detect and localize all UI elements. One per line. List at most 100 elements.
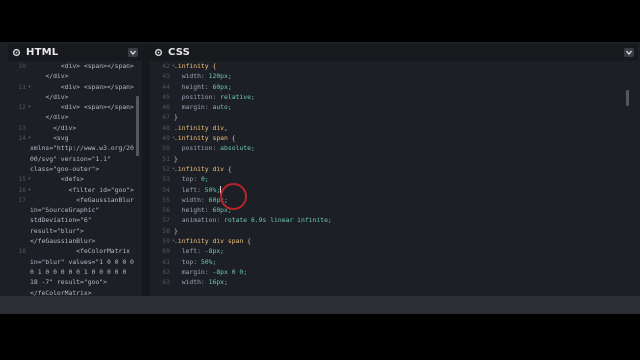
css-code-editor[interactable]: 42 ▾ .infinity {43 width: 120px; 44 height:… <box>150 61 638 296</box>
html-scrollbar[interactable] <box>136 96 139 156</box>
code-line[interactable]: 42 ▾ .infinity { <box>150 61 638 71</box>
line-number: 54 <box>150 185 174 195</box>
code-line[interactable]: 0 1 0 0 0 0 0 1 0 0 0 0 0 <box>8 267 142 277</box>
code-line[interactable]: </div> <box>8 92 142 102</box>
line-number: 62 <box>150 267 174 277</box>
code-line[interactable]: 18 -7" result="goo"> <box>8 277 142 287</box>
code-line[interactable]: 57 animation: rotate 6.9s linear infinit… <box>150 215 638 225</box>
chevron-down-icon[interactable] <box>624 48 634 57</box>
code-line[interactable]: 47} <box>150 112 638 122</box>
line-number: 46 <box>150 102 174 112</box>
html-panel-header: HTML <box>8 44 142 61</box>
css-value: 0; <box>200 175 209 184</box>
css-property: width: <box>174 278 209 287</box>
gear-icon[interactable] <box>154 48 163 57</box>
code-line[interactable]: 17 <feGaussianBlur <box>8 195 142 205</box>
line-number: 60 <box>150 246 174 256</box>
code-text: margin: auto; <box>174 102 232 112</box>
line-number-text: 60 <box>162 247 170 256</box>
code-line[interactable]: 16 ▾ <filter id="goo"> <box>8 185 142 195</box>
code-line[interactable]: xmlns="http://www.w3.org/20 <box>8 143 142 153</box>
code-line[interactable]: 62 margin: -8px 0 0; <box>150 267 638 277</box>
code-line[interactable]: </feGaussianBlur> <box>8 236 142 246</box>
fold-arrow-icon[interactable]: ▾ <box>28 174 31 184</box>
line-number <box>8 92 30 102</box>
line-number-text: 44 <box>162 82 170 91</box>
line-number <box>8 215 30 225</box>
line-number-text: 46 <box>162 103 170 112</box>
code-line[interactable]: 63 width: 16px; <box>150 277 638 287</box>
code-line[interactable]: 51} <box>150 154 638 164</box>
fold-arrow-icon[interactable]: ▾ <box>28 185 31 195</box>
line-number-text: 49 <box>162 134 170 143</box>
code-line[interactable]: 48 .infinity div, <box>150 123 638 133</box>
code-line[interactable]: 52 ▾ .infinity div { <box>150 164 638 174</box>
code-line[interactable]: 59 ▾ .infinity div span { <box>150 236 638 246</box>
css-selector: } <box>174 113 178 122</box>
code-line[interactable]: </div> <box>8 71 142 81</box>
code-text: in="blur" values="1 0 0 0 0 <box>30 257 134 266</box>
code-text: <div> <span></span> <box>30 62 134 70</box>
code-text: width: 120px; <box>174 71 232 81</box>
code-line[interactable]: 49 ▾ .infinity span { <box>150 133 638 143</box>
line-number: 44 <box>150 82 174 92</box>
code-line[interactable]: result="blur"> <box>8 226 142 236</box>
code-line[interactable]: 53 top: 0; <box>150 174 638 184</box>
code-line[interactable]: 61 top: 50%; <box>150 257 638 267</box>
code-line[interactable]: 14 ▾ <svg <box>8 133 142 143</box>
code-line[interactable]: 46 margin: auto; <box>150 102 638 112</box>
line-number-text: 13 <box>18 123 26 132</box>
fold-arrow-icon[interactable]: ▾ <box>172 236 175 246</box>
code-line[interactable]: 45 position: relative; <box>150 92 638 102</box>
code-text: <defs> <box>30 175 84 184</box>
line-number: 18 <box>8 246 30 256</box>
code-line[interactable]: 10 <div> <span></span> <box>8 61 142 71</box>
code-text: xmlns="http://www.w3.org/20 <box>30 144 134 153</box>
code-line[interactable]: class="goo-outer"> <box>8 164 142 174</box>
fold-arrow-icon[interactable]: ▾ <box>28 133 31 143</box>
code-line[interactable]: 15 ▾ <defs> <box>8 174 142 184</box>
code-line[interactable]: 00/svg" version="1.1" <box>8 154 142 164</box>
gear-icon[interactable] <box>12 48 21 57</box>
fold-arrow-icon[interactable]: ▾ <box>172 133 175 143</box>
code-text: margin: -8px 0 0; <box>174 267 247 277</box>
fold-arrow-icon[interactable]: ▾ <box>28 82 31 92</box>
code-line[interactable]: 43 width: 120px; <box>150 71 638 81</box>
css-property: top: <box>174 175 201 184</box>
code-text: 0 1 0 0 0 0 0 1 0 0 0 0 0 <box>30 267 127 276</box>
code-line[interactable]: 56 height: 60px; <box>150 205 638 215</box>
code-line[interactable]: 60 left: -8px; <box>150 246 638 256</box>
code-line[interactable]: in="SourceGraphic" <box>8 205 142 215</box>
line-number-text: 57 <box>162 216 170 225</box>
line-number: 10 <box>8 61 30 71</box>
code-line[interactable]: 18 <feColorMatrix <box>8 246 142 256</box>
css-scrollbar[interactable] <box>626 90 629 106</box>
fold-arrow-icon[interactable]: ▾ <box>172 61 175 71</box>
line-number: 12 ▾ <box>8 102 31 112</box>
fold-arrow-icon[interactable]: ▾ <box>172 164 175 174</box>
code-line[interactable]: 44 height: 60px; <box>150 82 638 92</box>
panel-divider[interactable] <box>142 44 150 296</box>
fold-arrow-icon[interactable]: ▾ <box>28 102 31 112</box>
code-line[interactable]: 50 position: absolute; <box>150 143 638 153</box>
code-line[interactable]: 12 ▾ <div> <span></span> <box>8 102 142 112</box>
line-number-text: 10 <box>18 62 26 70</box>
css-property: width: <box>174 195 209 204</box>
code-line[interactable]: stdDeviation="6" <box>8 215 142 225</box>
code-text: top: 0; <box>174 174 209 184</box>
line-number <box>8 154 30 164</box>
code-line[interactable]: 11 ▾ <div> <span></span> <box>8 82 142 92</box>
code-text: </div> <box>30 123 77 132</box>
code-line[interactable]: 58} <box>150 226 638 236</box>
code-line[interactable]: </div> <box>8 112 142 122</box>
code-line[interactable]: </feColorMatrix> <box>8 288 142 296</box>
chevron-down-icon[interactable] <box>128 48 138 57</box>
code-line[interactable]: 13 </div> <box>8 123 142 133</box>
code-text: <div> <span></span> <box>30 103 134 112</box>
code-text: <feColorMatrix <box>30 247 131 256</box>
line-number-text: 56 <box>162 206 170 215</box>
code-line[interactable]: in="blur" values="1 0 0 0 0 <box>8 257 142 267</box>
html-code-editor[interactable]: 10 <div> <span></span> </div> 11 ▾ <div> <… <box>8 61 142 296</box>
code-text: <feGaussianBlur <box>30 195 134 204</box>
line-number: 63 <box>150 277 174 287</box>
